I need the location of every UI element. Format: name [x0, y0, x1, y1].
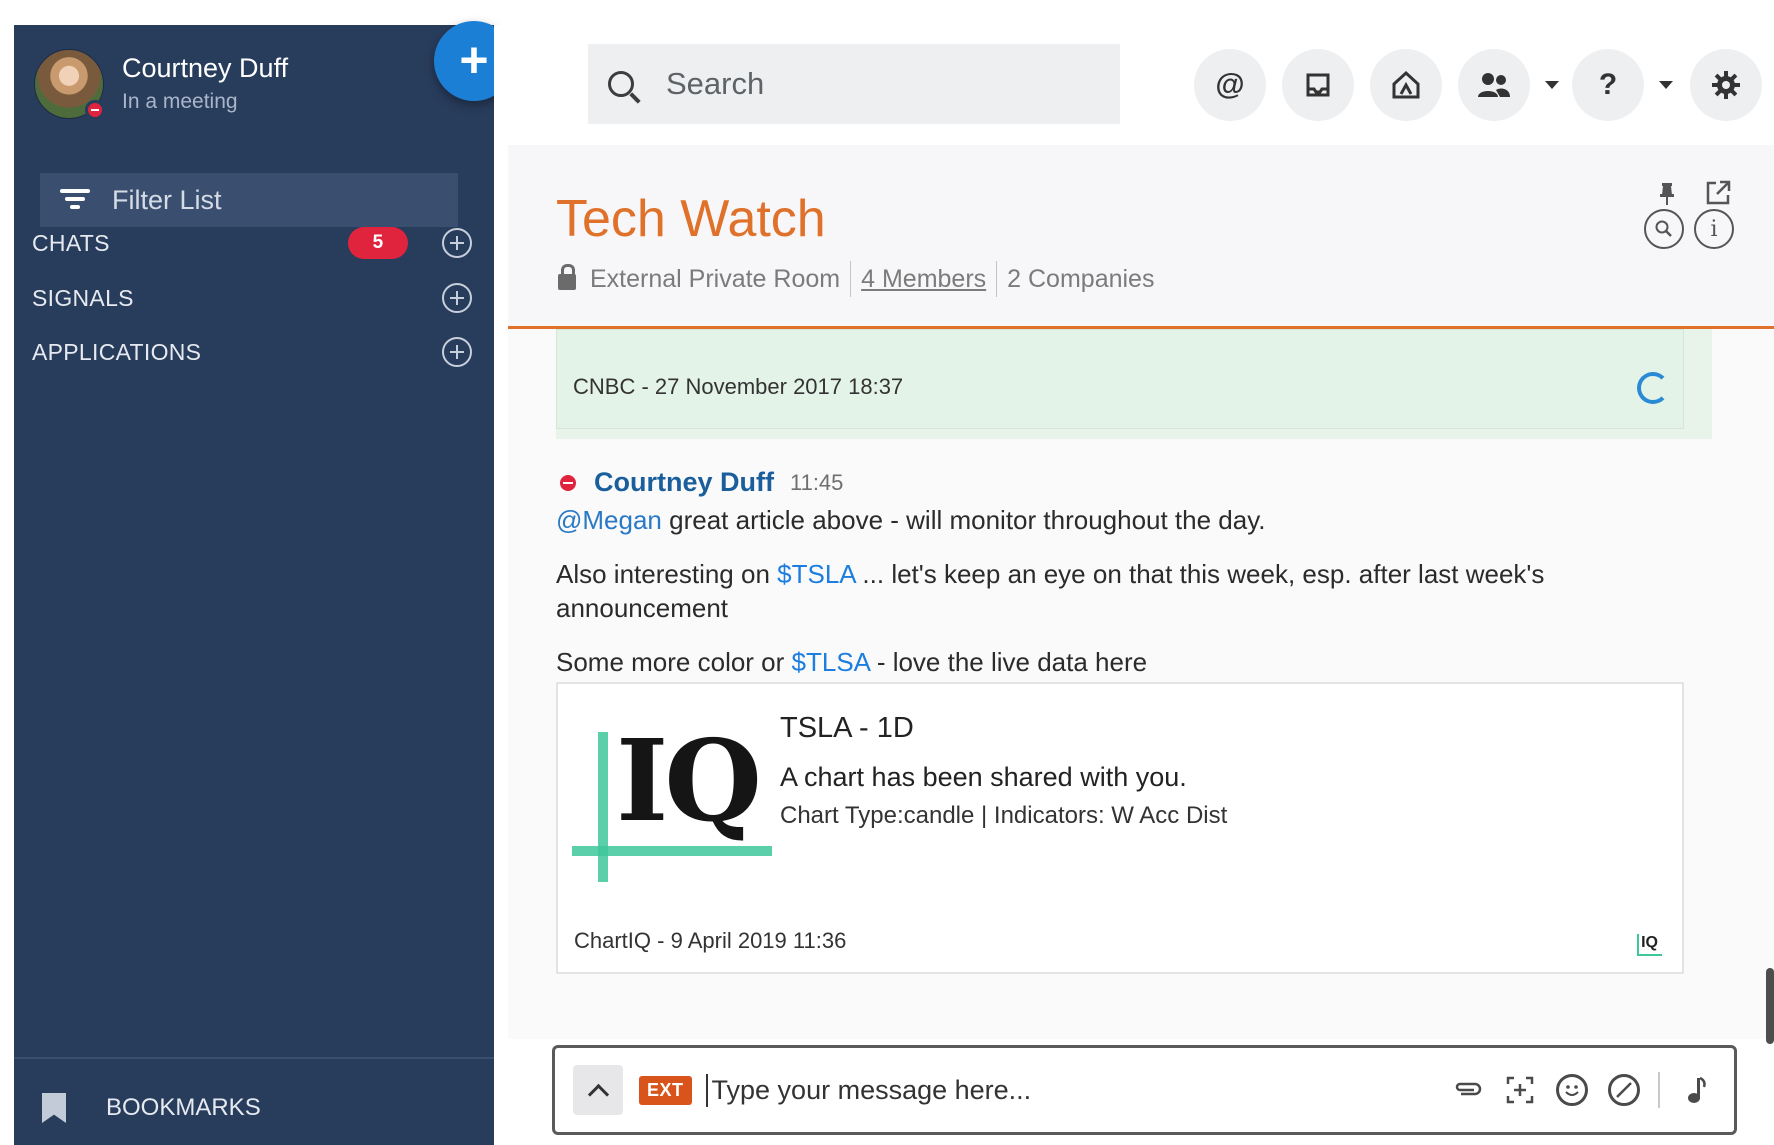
sidebar-section-chats[interactable]: CHATS 5: [32, 223, 472, 263]
message-line: Also interesting on $TSLA ... let's keep…: [556, 557, 1686, 625]
music-note-icon[interactable]: [1680, 1074, 1712, 1106]
settings-button[interactable]: [1690, 49, 1762, 121]
settings-icon: [1712, 71, 1740, 99]
contacts-button[interactable]: [1458, 49, 1530, 121]
sidebar-divider: [14, 1057, 494, 1059]
room-info-icon[interactable]: i: [1694, 209, 1734, 249]
chart-card-subtitle: A chart has been shared with you.: [780, 762, 1187, 792]
message-stream[interactable]: CNBC - 27 November 2017 18:37 Courtney D…: [508, 329, 1774, 1039]
inbox-icon: [1306, 73, 1330, 97]
message-line: @Megan great article above - will monito…: [556, 503, 1686, 537]
room-title: Tech Watch: [556, 190, 826, 248]
message-time: 11:45: [789, 469, 844, 495]
filter-icon: [60, 189, 90, 211]
members-link[interactable]: 4 Members: [861, 265, 986, 294]
cashtag-link[interactable]: $TSLA: [777, 559, 855, 589]
message-text: great article above - will monitor throu…: [661, 505, 1266, 535]
meta-divider: [850, 261, 852, 297]
message-composer[interactable]: EXT: [552, 1045, 1737, 1135]
message-author[interactable]: Courtney Duff: [594, 467, 774, 498]
chart-card-footer: ChartIQ - 9 April 2019 11:36: [574, 928, 847, 953]
external-badge: EXT: [639, 1075, 692, 1105]
sidebar-section-signals[interactable]: SIGNALS: [32, 278, 472, 318]
room-header: Tech Watch External Private Room 4 Membe…: [508, 145, 1774, 331]
message-input[interactable]: [705, 1073, 1426, 1107]
add-application-icon[interactable]: [442, 337, 472, 367]
attachment-icon[interactable]: [1452, 1074, 1484, 1106]
do-not-disturb-status-icon: [85, 100, 105, 120]
chart-card-title: TSLA - 1D: [780, 712, 914, 744]
avatar[interactable]: [34, 49, 105, 120]
screen-snip-icon[interactable]: [1504, 1074, 1536, 1106]
bookmarks-button[interactable]: BOOKMARKS: [42, 1093, 261, 1123]
article-card-footer: CNBC - 27 November 2017 18:37: [573, 374, 904, 399]
do-not-disturb-icon: [560, 474, 576, 491]
composer-divider: [1658, 1072, 1660, 1108]
chartiq-logo: IQ: [572, 722, 772, 882]
mentions-button[interactable]: @: [1194, 49, 1266, 121]
message-text: Some more color or: [556, 647, 792, 677]
room-type: External Private Room: [590, 264, 841, 293]
home-button[interactable]: [1370, 49, 1442, 121]
sidebar: Courtney Duff In a meeting Filter List C…: [14, 25, 494, 1145]
sidebar-section-applications[interactable]: APPLICATIONS: [32, 332, 472, 372]
meta-divider: [996, 261, 998, 297]
search-icon: [608, 71, 634, 97]
chartiq-mini-icon: IQ: [1637, 934, 1662, 956]
scrollbar-thumb[interactable]: [1766, 968, 1774, 1044]
home-icon: [1392, 70, 1420, 99]
chart-card-description: Chart Type:candle | Indicators: W Acc Di…: [780, 802, 1228, 829]
expand-composer-button[interactable]: [573, 1065, 623, 1115]
message-text: Also interesting on: [556, 559, 778, 589]
sidebar-section-label: SIGNALS: [32, 284, 134, 311]
people-icon: [1478, 73, 1510, 97]
cashtag-link[interactable]: $TLSA: [792, 647, 870, 677]
bookmarks-label: BOOKMARKS: [106, 1094, 261, 1121]
unread-badge: 5: [348, 227, 408, 259]
sidebar-section-label: CHATS: [32, 229, 110, 256]
chartiq-logo-text: IQ: [616, 716, 762, 847]
user-profile[interactable]: Courtney Duff In a meeting: [34, 49, 289, 120]
chart-card[interactable]: IQ TSLA - 1D A chart has been shared wit…: [556, 682, 1684, 974]
help-icon: ?: [1598, 68, 1618, 101]
add-signal-icon[interactable]: [442, 283, 472, 313]
room-meta: External Private Room 4 Members 2 Compan…: [558, 261, 1154, 297]
bookmark-icon: [42, 1093, 66, 1123]
top-bar: Search @ ?: [494, 25, 1774, 145]
magnifier-icon: [1655, 220, 1672, 237]
mention-link[interactable]: @Megan: [556, 505, 662, 535]
sidebar-section-label: APPLICATIONS: [32, 338, 202, 365]
help-button[interactable]: ?: [1572, 49, 1644, 121]
search-input[interactable]: Search: [588, 44, 1120, 124]
article-card[interactable]: CNBC - 27 November 2017 18:37: [556, 329, 1684, 429]
pop-out-icon[interactable]: [1704, 179, 1732, 207]
refresh-icon[interactable]: [1637, 372, 1669, 404]
lock-icon: [558, 264, 576, 290]
message-line: Some more color or $TLSA - love the live…: [556, 645, 1686, 679]
room-companies: 2 Companies: [1007, 264, 1155, 293]
emoji-icon[interactable]: [1556, 1074, 1588, 1106]
filter-list-input[interactable]: Filter List: [40, 173, 458, 227]
help-dropdown-icon[interactable]: [1659, 81, 1673, 89]
disable-icon[interactable]: [1608, 1074, 1640, 1106]
search-placeholder: Search: [666, 66, 765, 101]
profile-status: In a meeting: [122, 90, 238, 113]
add-chat-icon[interactable]: [442, 228, 472, 258]
room-search-icon[interactable]: [1644, 209, 1684, 249]
contacts-dropdown-icon[interactable]: [1545, 81, 1559, 89]
pin-icon[interactable]: [1658, 181, 1676, 207]
at-mention-icon: @: [1215, 68, 1245, 101]
message-text: - love the live data here: [869, 647, 1148, 677]
message-header: Courtney Duff 11:45: [560, 467, 843, 498]
inbox-button[interactable]: [1282, 49, 1354, 121]
profile-name: Courtney Duff: [122, 53, 289, 83]
filter-placeholder: Filter List: [112, 184, 222, 215]
